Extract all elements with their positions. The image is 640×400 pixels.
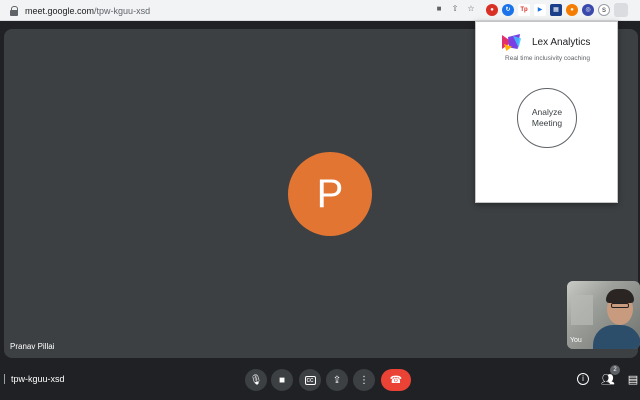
address-bar[interactable]: meet.google.com/tpw-kguu-xsd (4, 2, 480, 19)
browser-toolbar: meet.google.com/tpw-kguu-xsd ■ ⇧ ☆ ● ↻ T… (0, 0, 640, 21)
analyze-meeting-button[interactable]: Analyze Meeting (517, 88, 577, 148)
hang-up-icon: ☎︎ (389, 374, 403, 386)
analyze-label-line2: Meeting (531, 118, 563, 128)
analyze-label-line1: Analyze (531, 107, 563, 117)
popup-subtitle: Real time inclusivity coaching (505, 55, 590, 62)
video-camera-icon: ■ (278, 374, 286, 386)
self-view-shelf (571, 295, 593, 325)
self-view-tile[interactable]: You (567, 281, 640, 349)
participant-name: Pranav Pillai (10, 342, 55, 351)
tp-extension-icon[interactable]: Tp (518, 4, 530, 16)
lex-extension-icon[interactable] (614, 3, 628, 17)
captions-icon: cc (304, 375, 316, 385)
info-icon: i (577, 373, 589, 385)
flag-extension-icon[interactable]: ▶ (534, 4, 546, 16)
self-view-body (593, 325, 640, 349)
address-bar-actions: ■ ⇧ ☆ (434, 4, 476, 14)
chat-icon: ▤ (627, 373, 639, 386)
meeting-info-button[interactable]: i (574, 370, 592, 388)
extension-icons: ● ↻ Tp ▶ ▦ ● ◎ S (486, 3, 628, 17)
lex-logo-icon (502, 32, 522, 52)
present-button[interactable]: ⇪ (326, 369, 348, 391)
more-vert-icon: ⋮ (359, 374, 369, 386)
captions-button[interactable]: cc (299, 369, 321, 391)
meeting-controls-bar: tpw-kguu-xsd 🎙︎ ■ cc ⇪ ⋮ ☎︎ i 👥︎ ▤ (0, 360, 640, 400)
lock-icon[interactable] (10, 5, 19, 16)
self-view-label: You (570, 337, 582, 344)
adblock-extension-icon[interactable]: ● (486, 4, 498, 16)
camera-button[interactable]: ■ (271, 369, 293, 391)
meeting-code-text: tpw-kguu-xsd (11, 374, 65, 384)
self-view-glasses (611, 303, 629, 308)
popup-title: Lex Analytics (532, 36, 591, 48)
camera-permission-icon[interactable]: ■ (434, 4, 444, 14)
grid-extension-icon[interactable]: ▦ (550, 4, 562, 16)
present-screen-icon: ⇪ (332, 374, 342, 386)
divider (4, 374, 5, 384)
microphone-icon: 🎙︎ (249, 374, 263, 386)
circle-extension-icon[interactable]: ◎ (582, 4, 594, 16)
microphone-button[interactable]: 🎙︎ (245, 369, 267, 391)
meeting-code: tpw-kguu-xsd (4, 374, 65, 384)
url-text[interactable]: meet.google.com/tpw-kguu-xsd (25, 6, 150, 16)
more-options-button[interactable]: ⋮ (353, 369, 375, 391)
participant-avatar: P (288, 152, 372, 236)
chat-button[interactable]: ▤ (624, 370, 640, 388)
end-call-button[interactable]: ☎︎ (381, 369, 411, 391)
star-icon[interactable]: ☆ (466, 4, 476, 14)
refresh-extension-icon[interactable]: ↻ (502, 4, 514, 16)
orange-extension-icon[interactable]: ● (566, 4, 578, 16)
popup-header: Lex Analytics (502, 32, 590, 52)
self-view-hair (606, 289, 634, 303)
lex-analytics-popup: Lex Analytics Real time inclusivity coac… (475, 21, 618, 203)
people-count-badge: 2 (610, 365, 620, 375)
share-icon[interactable]: ⇧ (450, 4, 460, 14)
s-extension-icon[interactable]: S (598, 4, 610, 16)
